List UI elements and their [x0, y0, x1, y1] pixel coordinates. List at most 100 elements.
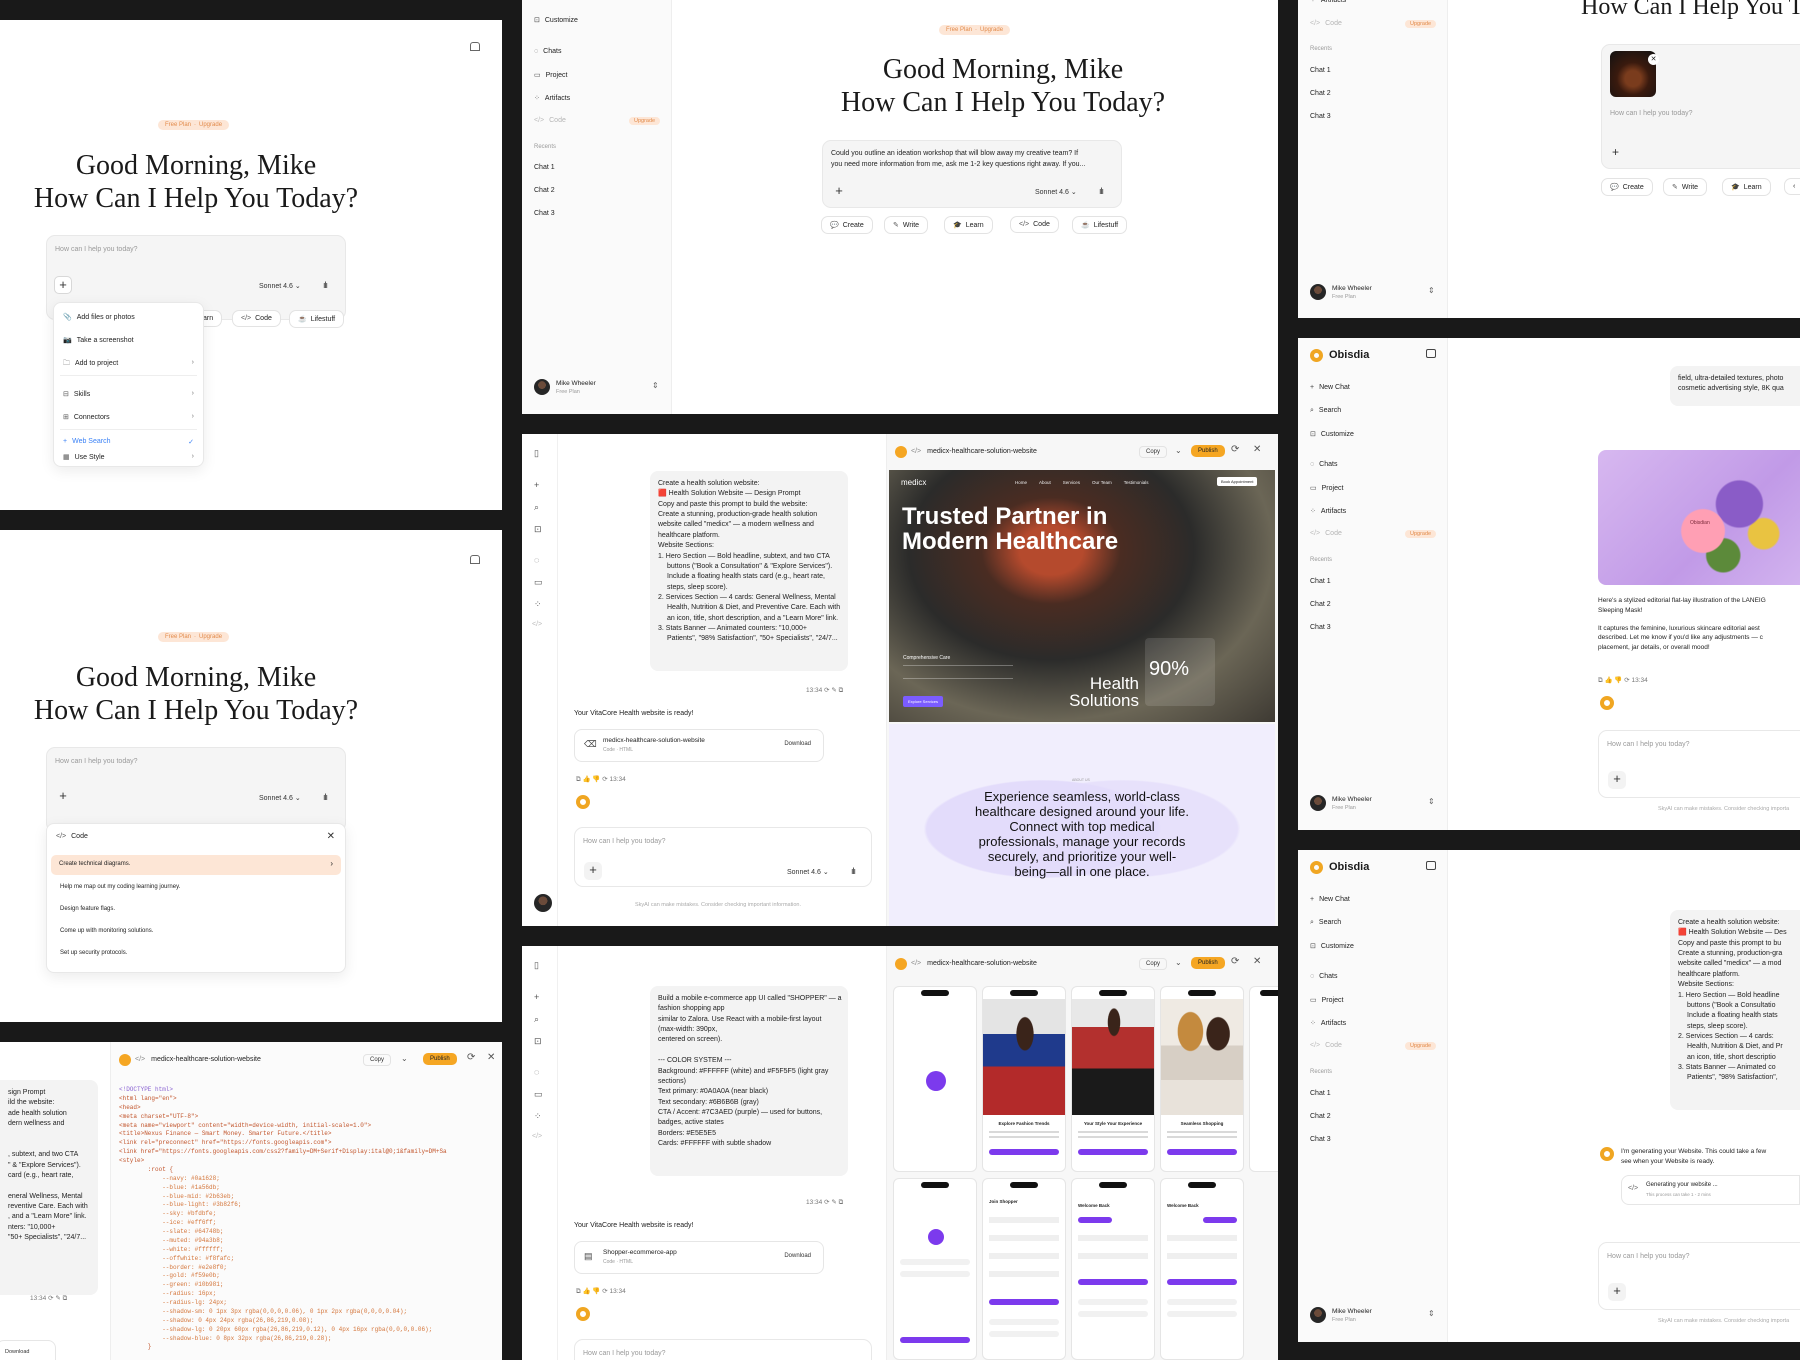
model-select[interactable]: Sonnet 4.6 ⌄ [259, 282, 301, 290]
recent-chat-2[interactable]: Chat 2 [1310, 90, 1331, 97]
user-card[interactable]: Mike Wheeler Free Plan ⇕ [1310, 283, 1440, 305]
chevron-down-icon[interactable]: ⌄ [1175, 446, 1182, 455]
suggestion-item[interactable]: Design feature flags. [60, 906, 336, 912]
menu-item-connectors[interactable]: ⊞ Connectors › [63, 413, 194, 421]
avatar[interactable] [534, 894, 552, 912]
sidebar-item-code[interactable]: </> Code [1310, 1042, 1342, 1049]
chip-create[interactable]: 💬 Create [821, 216, 873, 234]
apple-button[interactable] [1078, 1311, 1148, 1317]
upgrade-badge[interactable]: Upgrade [1405, 530, 1437, 538]
plan-pill[interactable]: Free Plan · Upgrade [939, 25, 1011, 35]
customize-icon[interactable]: ⊡ [534, 1036, 542, 1047]
sidebar-item-customize[interactable]: ⊡ Customize [1310, 430, 1354, 438]
cta-button[interactable] [1078, 1149, 1148, 1155]
recent-chat-3[interactable]: Chat 3 [534, 210, 555, 217]
chevron-updown-icon[interactable]: ⇕ [1428, 1309, 1435, 1318]
join-button[interactable] [989, 1299, 1059, 1305]
composer[interactable]: How can I help you today? + [1598, 1242, 1800, 1310]
recent-chat-2[interactable]: Chat 2 [1310, 1113, 1331, 1120]
menu-item-screenshot[interactable]: 📷 Take a screenshot [63, 336, 194, 344]
assistant-actions[interactable]: ⧉ 👍 👎 ⟳ 13:34 [576, 1287, 626, 1296]
assistant-actions[interactable]: ⧉ 👍 👎 ⟳ 13:34 [1598, 676, 1648, 685]
sidebar-item-new-chat[interactable]: + New Chat [1310, 896, 1350, 903]
sidebar-item-code[interactable]: </> Code [534, 117, 566, 124]
chip-learn[interactable]: 🎓 Learn [944, 216, 993, 234]
chevron-updown-icon[interactable]: ⇕ [1428, 797, 1435, 806]
chevron-down-icon[interactable]: ⌄ [1175, 958, 1182, 967]
model-select[interactable]: Sonnet 4.6 ⌄ [787, 868, 829, 876]
chip-code[interactable]: </> Code [1010, 216, 1059, 233]
message-actions-icons[interactable]: ⟳ ✎ ⧉ [824, 1199, 843, 1206]
chip-code[interactable]: </> Code [232, 310, 281, 327]
tab-toggle[interactable] [1078, 1217, 1112, 1223]
upgrade-badge[interactable]: Upgrade [629, 117, 661, 125]
sidebar-item-artifacts[interactable]: ⁘ Artifacts [534, 94, 570, 102]
copy-button[interactable]: Copy [1139, 958, 1168, 970]
signup-button[interactable] [900, 1337, 970, 1343]
recent-chat-3[interactable]: Chat 3 [1310, 624, 1331, 631]
sidebar-item-chats[interactable]: ◌ Chats [1310, 461, 1337, 468]
menu-item-add-to-project[interactable]: 🗀 Add to project › [63, 359, 194, 370]
cta-button[interactable] [1167, 1149, 1237, 1155]
ghost-icon[interactable] [470, 42, 480, 51]
menu-item-skills[interactable]: ⊟ Skills › [63, 390, 194, 398]
suggestion-item[interactable]: Come up with monitoring solutions. [60, 928, 336, 934]
message-actions-icons[interactable]: ⟳ ✎ ⧉ [48, 1295, 67, 1302]
chip-lifestuff[interactable]: ☕ Lifestuff [1072, 216, 1128, 234]
user-card[interactable]: Mike Wheeler Free Plan ⇕ [1310, 794, 1440, 816]
attach-button[interactable]: + [830, 183, 848, 201]
copy-button[interactable]: Copy [1139, 446, 1168, 458]
sidebar-item-chats[interactable]: ◌ Chats [534, 48, 561, 55]
assistant-actions[interactable]: ⧉ 👍 👎 ⟳ 13:34 [576, 775, 626, 784]
recent-chat-2[interactable]: Chat 2 [1310, 601, 1331, 608]
chip-write[interactable]: ✎ Write [884, 216, 929, 234]
sidebar-item-new-chat[interactable]: + New Chat [1310, 384, 1350, 391]
new-chat-icon[interactable]: + [534, 480, 539, 490]
suggestion-item[interactable]: Create technical diagrams. › [51, 855, 341, 875]
voice-icon[interactable]: ılı [323, 280, 328, 290]
composer[interactable]: How can I help you today? + [1598, 730, 1800, 798]
google-button[interactable] [900, 1259, 970, 1265]
composer[interactable]: How can I help you today? + Sonnet 4.6 ⌄… [46, 747, 346, 832]
composer[interactable]: How can I help you today? [574, 1339, 872, 1360]
sidebar-item-customize[interactable]: ⊡ Customize [1310, 942, 1354, 950]
sidebar-item-project[interactable]: ▭ Project [1310, 996, 1343, 1004]
sidebar-item-project[interactable]: ▭ Project [534, 71, 567, 79]
google-button[interactable] [989, 1319, 1059, 1325]
download-button[interactable]: Download [784, 741, 811, 747]
chevron-down-icon[interactable]: ⌄ [401, 1054, 408, 1063]
generated-image[interactable]: Obisdian [1598, 450, 1800, 585]
plan-pill[interactable]: Free Plan · Upgrade [158, 120, 230, 130]
chip-lifestuff[interactable]: ☕ Lifestuff [289, 310, 345, 328]
customize-icon[interactable]: ⊡ [534, 524, 542, 535]
recent-chat-1[interactable]: Chat 1 [1310, 67, 1331, 74]
download-button[interactable]: Download [5, 1349, 29, 1355]
menu-item-add-files[interactable]: 📎 Add files or photos [63, 313, 194, 321]
close-icon[interactable]: ✕ [1253, 444, 1261, 455]
publish-button[interactable]: Publish [1191, 445, 1225, 457]
voice-icon[interactable]: ılı [323, 792, 328, 802]
menu-item-web-search[interactable]: + Web Search ✓ [63, 438, 194, 446]
refresh-icon[interactable]: ⟳ [1231, 444, 1239, 455]
google-button[interactable] [1167, 1299, 1237, 1305]
attach-button[interactable]: + [584, 862, 602, 880]
login-button[interactable] [1167, 1279, 1237, 1285]
menu-item-use-style[interactable]: ▦ Use Style › [63, 453, 194, 461]
sidebar-toggle-icon[interactable] [1426, 349, 1436, 358]
recent-chat-3[interactable]: Chat 3 [1310, 113, 1331, 120]
copy-button[interactable]: Copy [363, 1054, 392, 1066]
download-button[interactable]: Download [784, 1253, 811, 1259]
upgrade-badge[interactable]: Upgrade [1405, 20, 1437, 28]
sidebar-item-project[interactable]: ▭ Project [1310, 484, 1343, 492]
book-button[interactable]: Book Appointment [1217, 477, 1258, 486]
message-actions-icons[interactable]: ⟳ ✎ ⧉ [824, 687, 843, 694]
user-card[interactable]: Mike Wheeler Free Plan ⇕ [1310, 1306, 1440, 1328]
plan-pill[interactable]: Free Plan · Upgrade [158, 632, 230, 642]
sidebar-item-customize[interactable]: ⊡ Customize [534, 16, 578, 24]
search-icon[interactable]: ⌕ [534, 502, 539, 513]
voice-icon[interactable]: ılı [1099, 186, 1104, 196]
code-icon[interactable]: </> [532, 1133, 542, 1140]
chat-icon[interactable]: ◌ [534, 555, 539, 565]
close-icon[interactable]: ✕ [1253, 956, 1261, 967]
file-card[interactable]: ⌫ medicx-healthcare-solution-website Cod… [574, 729, 824, 762]
